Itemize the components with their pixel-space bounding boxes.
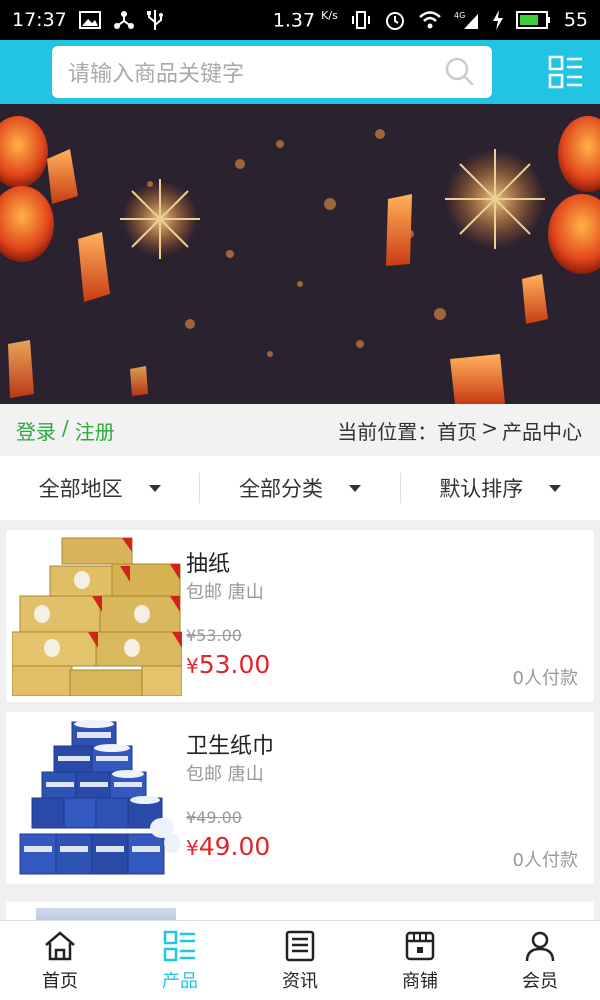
product-name[interactable]: 卫生纸巾 xyxy=(186,728,274,760)
filter-region-label: 全部地区 xyxy=(38,477,123,501)
promo-banner[interactable] xyxy=(0,104,600,404)
caret-down-icon xyxy=(348,484,361,492)
breadcrumb-arrow: > xyxy=(481,415,498,440)
search-icon[interactable] xyxy=(444,56,476,88)
vibrate-icon xyxy=(350,10,372,30)
filter-sort-label: 默认排序 xyxy=(439,477,524,501)
product-shipping: 包邮 唐山 xyxy=(186,582,264,603)
product-sold-count: 0人付款 xyxy=(512,850,578,871)
search-placeholder: 请输入商品关键字 xyxy=(68,62,245,87)
signal-icon: 4G xyxy=(454,10,480,30)
product-image-toilet-roll[interactable] xyxy=(12,718,182,878)
auth-links: 登录 / 注册 xyxy=(16,416,115,445)
news-icon xyxy=(285,930,315,961)
grid-list-icon xyxy=(163,930,195,961)
product-price: ¥53.00 xyxy=(186,650,271,679)
battery-icon xyxy=(515,10,552,30)
breadcrumb: 当前位置： 首页 > 产品中心 xyxy=(337,416,582,445)
charging-icon xyxy=(492,9,504,30)
caret-down-icon xyxy=(148,484,161,492)
nav-shop[interactable]: 商铺 xyxy=(360,921,480,1000)
nav-news[interactable]: 资讯 xyxy=(240,921,360,1000)
product-card[interactable]: 卫生纸巾 包邮 唐山 ¥49.00 ¥49.00 0人付款 xyxy=(6,712,594,884)
usb-share-icon xyxy=(113,10,135,30)
nav-member-label: 会员 xyxy=(522,970,558,992)
app-header: 请输入商品关键字 xyxy=(0,40,600,104)
category-menu-icon[interactable] xyxy=(548,54,584,90)
search-input[interactable]: 请输入商品关键字 xyxy=(52,46,492,98)
status-time: 17:37 xyxy=(12,9,67,31)
bottom-nav: 首页 产品 资讯 商铺 会员 xyxy=(0,920,600,1000)
shop-icon xyxy=(405,931,435,960)
product-name[interactable]: 抽纸 xyxy=(186,546,230,578)
network-speed: 1.37 K/s xyxy=(272,8,338,32)
nav-shop-label: 商铺 xyxy=(402,970,438,992)
usb-icon xyxy=(146,9,163,31)
filter-category[interactable]: 全部分类 xyxy=(199,473,399,503)
product-shipping: 包邮 唐山 xyxy=(186,764,264,785)
nav-home-label: 首页 xyxy=(42,970,78,992)
product-card[interactable]: 抽纸 包邮 唐山 ¥53.00 ¥53.00 0人付款 xyxy=(6,530,594,702)
nav-products[interactable]: 产品 xyxy=(120,921,240,1000)
alarm-icon xyxy=(384,9,406,31)
filter-region[interactable]: 全部地区 xyxy=(0,473,199,503)
nav-products-label: 产品 xyxy=(162,970,198,992)
filter-sort[interactable]: 默认排序 xyxy=(399,473,600,503)
register-link[interactable]: 注册 xyxy=(75,416,115,445)
breadcrumb-prefix: 当前位置： xyxy=(337,419,438,444)
nav-news-label: 资讯 xyxy=(282,970,318,992)
breadcrumb-home[interactable]: 首页 xyxy=(437,416,477,445)
nav-member[interactable]: 会员 xyxy=(480,921,600,1000)
battery-level: 55 xyxy=(563,8,588,31)
filter-category-label: 全部分类 xyxy=(238,477,323,501)
nav-home[interactable]: 首页 xyxy=(0,921,120,1000)
product-price: ¥49.00 xyxy=(186,832,271,861)
user-icon xyxy=(525,931,555,961)
caret-down-icon xyxy=(549,484,562,492)
product-original-price: ¥53.00 xyxy=(186,626,242,645)
breadcrumb-current: 产品中心 xyxy=(502,419,582,444)
product-original-price: ¥49.00 xyxy=(186,808,242,827)
status-bar: 17:37 1.37 K/s 4G 55 xyxy=(0,0,600,40)
login-breadcrumb-bar: 登录 / 注册 当前位置： 首页 > 产品中心 xyxy=(0,404,600,456)
auth-separator: / xyxy=(62,415,69,440)
wifi-icon xyxy=(418,10,442,30)
home-icon xyxy=(45,930,75,960)
login-link[interactable]: 登录 xyxy=(16,416,56,445)
product-sold-count: 0人付款 xyxy=(512,668,578,689)
product-image-tissue-box[interactable] xyxy=(12,536,182,696)
image-icon xyxy=(78,11,101,29)
filter-bar: 全部地区 全部分类 默认排序 xyxy=(0,456,600,520)
svg-text:4G: 4G xyxy=(454,11,465,20)
